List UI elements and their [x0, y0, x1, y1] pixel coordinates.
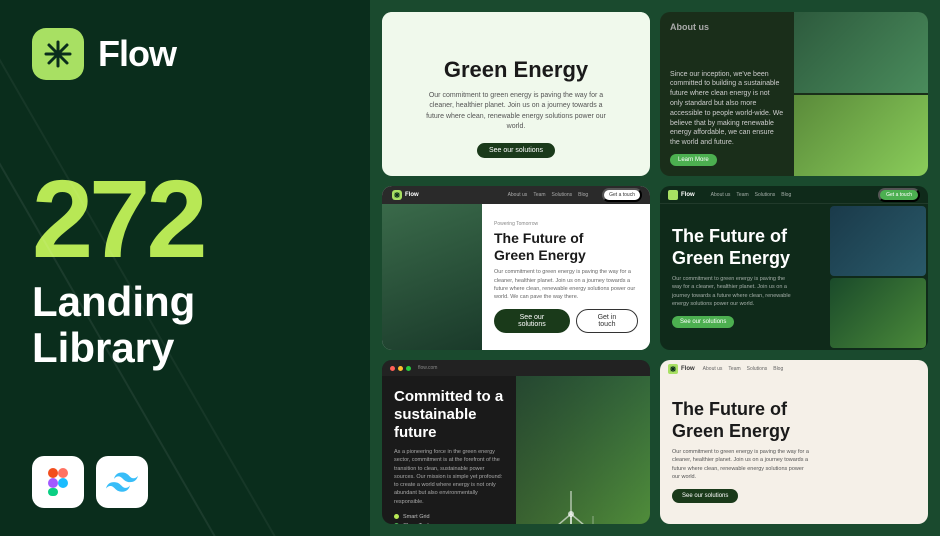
preview-card-6: Flow About us Team Solutions Blog The Fu… [660, 360, 928, 524]
card4-cta-button[interactable]: See our solutions [672, 316, 734, 328]
card3-nav-cta[interactable]: Get a touch [602, 188, 642, 202]
card4-solar-image [830, 206, 926, 276]
card6-body: The Future ofGreen Energy Our commitment… [660, 378, 928, 524]
card4-nav-logo: Flow [668, 190, 695, 200]
card4-title: The Future ofGreen Energy [672, 226, 816, 269]
list-dot-1 [394, 514, 399, 519]
list-dot-2 [394, 523, 399, 524]
card5-list-item-2: Clean Tech [394, 523, 504, 524]
card4-desc: Our commitment to green energy is paving… [672, 275, 792, 308]
windmill-icon [531, 486, 611, 524]
card6-desc: Our commitment to green energy is paving… [672, 448, 812, 481]
card5-url: flow.com [418, 365, 437, 371]
card6-asterisk-icon [670, 366, 676, 372]
card4-body: The Future ofGreen Energy Our commitment… [660, 204, 928, 350]
preview-card-5: flow.com Committed to asustainable futur… [382, 360, 650, 524]
card3-desc: Our commitment to green energy is paving… [494, 268, 638, 301]
right-panel: The Future ofGreen Energy Our commitment… [370, 0, 940, 536]
card6-nav-links: About us Team Solutions Blog [703, 366, 784, 372]
card6-nav-about: About us [703, 366, 723, 372]
card6-title: The Future ofGreen Energy [672, 399, 916, 442]
card5-body: Committed to asustainable future As a pi… [382, 376, 650, 524]
card6-nav-logo: Flow [668, 364, 695, 374]
card6-brand-name: Flow [681, 366, 695, 372]
card2-about-label: About us [670, 22, 784, 32]
card3-nav-blog: Blog [578, 192, 588, 198]
card3-hero-image [382, 204, 482, 350]
tailwind-icon [96, 456, 148, 508]
preview-card-1[interactable]: The Future ofGreen Energy Our commitment… [382, 12, 650, 176]
card2-right [794, 12, 928, 176]
card2-left: About us Since our inception, we've been… [660, 12, 794, 176]
card5-list: Smart Grid Clean Tech Green Tech [394, 514, 504, 524]
card2-desc: Since our inception, we've been committe… [670, 70, 784, 148]
card4-nav-blog: Blog [781, 192, 791, 198]
card4-nav: Flow About us Team Solutions Blog Get a … [660, 186, 928, 204]
tool-icons [32, 456, 338, 508]
card3-image-bg [382, 204, 482, 350]
brand-logo-icon [32, 28, 84, 80]
card6-nav-icon [668, 364, 678, 374]
card3-nav-about: About us [508, 192, 528, 198]
card5-nav: flow.com [382, 360, 650, 376]
card3-nav-solutions: Solutions [552, 192, 573, 198]
card1-nav [382, 12, 650, 52]
card3-brand-name: Flow [405, 192, 419, 198]
card5-dot-green [406, 366, 411, 371]
hero-subtitle: Landing Library [32, 279, 338, 371]
figma-icon [32, 456, 84, 508]
card4-nav-team: Team [736, 192, 748, 198]
card5-content: Committed to asustainable future As a pi… [382, 376, 516, 524]
card3-nav-links: About us Team Solutions Blog [508, 192, 589, 198]
brand-name: Flow [98, 33, 176, 75]
card4-content: The Future ofGreen Energy Our commitment… [660, 204, 828, 350]
card1-cta-button[interactable]: See our solutions [477, 143, 555, 158]
card4-nav-cta[interactable]: Get a touch [878, 188, 920, 202]
card4-nav-about: About us [711, 192, 731, 198]
preview-card-3: Flow About us Team Solutions Blog Get a … [382, 186, 650, 350]
card2-field-image [794, 95, 928, 176]
card5-dot-red [390, 366, 395, 371]
card4-nav-links: About us Team Solutions Blog [711, 192, 792, 198]
card3-nav-team: Team [533, 192, 545, 198]
card5-desc: As a pioneering force in the green energ… [394, 448, 504, 506]
card4-green-image [830, 278, 926, 348]
card2-cta-button[interactable]: Learn More [670, 154, 717, 166]
card3-nav-icon [392, 190, 402, 200]
card3-asterisk-icon [394, 192, 400, 198]
card3-primary-button[interactable]: See our solutions [494, 309, 570, 333]
card6-cta-button[interactable]: See our solutions [672, 489, 738, 503]
hero-text: 272 Landing Library [32, 80, 338, 456]
card3-nav: Flow About us Team Solutions Blog Get a … [382, 186, 650, 204]
card3-title: The Future ofGreen Energy [494, 230, 638, 264]
card6-nav-team: Team [728, 366, 740, 372]
card3-content: Powering Tomorrow The Future ofGreen Ene… [482, 204, 650, 350]
preview-card-4: Flow About us Team Solutions Blog Get a … [660, 186, 928, 350]
card3-nav-logo: Flow [392, 190, 419, 200]
card5-image-area [516, 376, 650, 524]
figma-logo-icon [48, 468, 68, 496]
card1-desc: Our commitment to green energy is paving… [426, 91, 606, 133]
card4-brand-name: Flow [681, 192, 695, 198]
card4-nav-solutions: Solutions [755, 192, 776, 198]
left-panel: Flow 272 Landing Library [0, 0, 370, 536]
card6-nav-solutions: Solutions [747, 366, 768, 372]
hero-number: 272 [32, 165, 338, 275]
asterisk-icon [44, 40, 72, 68]
card4-nav-icon [668, 190, 678, 200]
card3-buttons: See our solutions Get in touch [494, 309, 638, 333]
preview-card-2: About us Since our inception, we've been… [660, 12, 928, 176]
card4-images [828, 204, 928, 350]
card6-nav-blog: Blog [773, 366, 783, 372]
card2-house-image [794, 12, 928, 93]
tailwind-logo-icon [106, 472, 138, 492]
card5-list-item-1: Smart Grid [394, 514, 504, 520]
card5-title: Committed to asustainable future [394, 388, 504, 442]
card3-label: Powering Tomorrow [494, 221, 638, 227]
card3-secondary-button[interactable]: Get in touch [576, 309, 638, 333]
card3-body: Powering Tomorrow The Future ofGreen Ene… [382, 204, 650, 350]
logo-area: Flow [32, 28, 338, 80]
card5-dot-yellow [398, 366, 403, 371]
card6-nav: Flow About us Team Solutions Blog [660, 360, 928, 378]
